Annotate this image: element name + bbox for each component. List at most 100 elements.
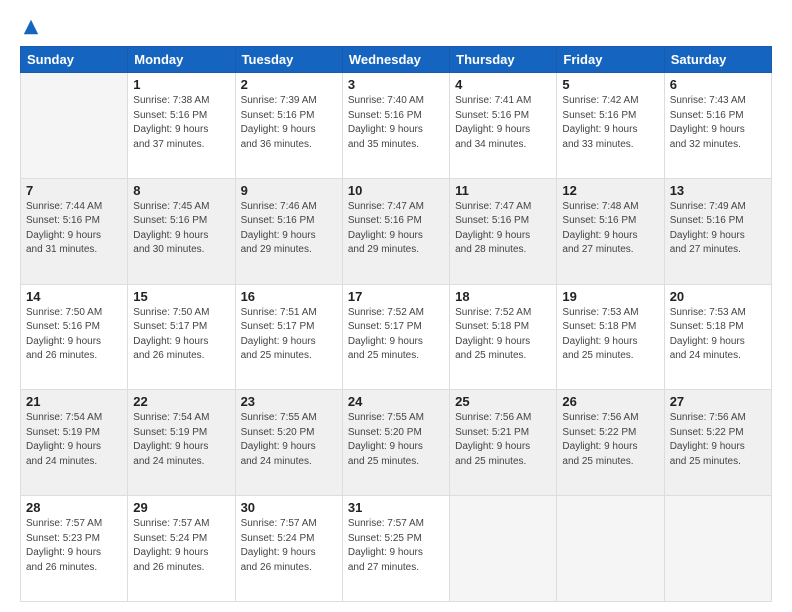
calendar-cell: 24 Sunrise: 7:55 AM Sunset: 5:20 PM Dayli… bbox=[342, 390, 449, 496]
day-info: Sunrise: 7:56 AM Sunset: 5:22 PM Dayligh… bbox=[562, 411, 658, 469]
day-info: Sunrise: 7:43 AM Sunset: 5:16 PM Dayligh… bbox=[670, 94, 766, 152]
day-number: 12 bbox=[562, 183, 658, 198]
header bbox=[20, 18, 772, 36]
calendar-cell: 27 Sunrise: 7:56 AM Sunset: 5:22 PM Dayli… bbox=[664, 390, 771, 496]
day-number: 21 bbox=[26, 394, 122, 409]
day-info: Sunrise: 7:47 AM Sunset: 5:16 PM Dayligh… bbox=[348, 200, 444, 258]
calendar-cell: 30Sunrise: 7:57 AM Sunset: 5:24 PM Dayli… bbox=[235, 496, 342, 602]
day-number: 7 bbox=[26, 183, 122, 198]
day-info: Sunrise: 7:52 AM Sunset: 5:17 PM Dayligh… bbox=[348, 306, 444, 364]
calendar-header-wednesday: Wednesday bbox=[342, 47, 449, 73]
calendar-cell: 17Sunrise: 7:52 AM Sunset: 5:17 PM Dayli… bbox=[342, 284, 449, 390]
day-info: Sunrise: 7:49 AM Sunset: 5:16 PM Dayligh… bbox=[670, 200, 766, 258]
day-info: Sunrise: 7:44 AM Sunset: 5:16 PM Dayligh… bbox=[26, 200, 122, 258]
day-info: Sunrise: 7:53 AM Sunset: 5:18 PM Dayligh… bbox=[562, 306, 658, 364]
day-number: 18 bbox=[455, 289, 551, 304]
day-info: Sunrise: 7:40 AM Sunset: 5:16 PM Dayligh… bbox=[348, 94, 444, 152]
day-number: 22 bbox=[133, 394, 229, 409]
day-info: Sunrise: 7:54 AM Sunset: 5:19 PM Dayligh… bbox=[26, 411, 122, 469]
day-number: 1 bbox=[133, 77, 229, 92]
page: SundayMondayTuesdayWednesdayThursdayFrid… bbox=[0, 0, 792, 612]
logo bbox=[20, 18, 40, 36]
calendar-cell: 4 Sunrise: 7:41 AM Sunset: 5:16 PM Daylig… bbox=[450, 73, 557, 179]
calendar-cell: 9 Sunrise: 7:46 AM Sunset: 5:16 PM Daylig… bbox=[235, 178, 342, 284]
day-info: Sunrise: 7:50 AM Sunset: 5:16 PM Dayligh… bbox=[26, 306, 122, 364]
calendar-week-row: 1 Sunrise: 7:38 AM Sunset: 5:16 PM Daylig… bbox=[21, 73, 772, 179]
calendar-week-row: 28Sunrise: 7:57 AM Sunset: 5:23 PM Dayli… bbox=[21, 496, 772, 602]
day-number: 5 bbox=[562, 77, 658, 92]
day-info: Sunrise: 7:57 AM Sunset: 5:24 PM Dayligh… bbox=[241, 517, 337, 575]
day-info: Sunrise: 7:56 AM Sunset: 5:22 PM Dayligh… bbox=[670, 411, 766, 469]
calendar-cell: 15 Sunrise: 7:50 AM Sunset: 5:17 PM Dayli… bbox=[128, 284, 235, 390]
day-number: 6 bbox=[670, 77, 766, 92]
calendar-cell: 2 Sunrise: 7:39 AM Sunset: 5:16 PM Daylig… bbox=[235, 73, 342, 179]
day-number: 13 bbox=[670, 183, 766, 198]
calendar-cell: 10 Sunrise: 7:47 AM Sunset: 5:16 PM Dayli… bbox=[342, 178, 449, 284]
day-info: Sunrise: 7:38 AM Sunset: 5:16 PM Dayligh… bbox=[133, 94, 229, 152]
calendar-cell bbox=[557, 496, 664, 602]
day-number: 11 bbox=[455, 183, 551, 198]
calendar-cell: 18Sunrise: 7:52 AM Sunset: 5:18 PM Dayli… bbox=[450, 284, 557, 390]
day-number: 10 bbox=[348, 183, 444, 198]
calendar-cell: 11 Sunrise: 7:47 AM Sunset: 5:16 PM Dayli… bbox=[450, 178, 557, 284]
day-number: 25 bbox=[455, 394, 551, 409]
day-info: Sunrise: 7:45 AM Sunset: 5:16 PM Dayligh… bbox=[133, 200, 229, 258]
day-number: 2 bbox=[241, 77, 337, 92]
day-info: Sunrise: 7:51 AM Sunset: 5:17 PM Dayligh… bbox=[241, 306, 337, 364]
calendar-cell: 19 Sunrise: 7:53 AM Sunset: 5:18 PM Dayli… bbox=[557, 284, 664, 390]
calendar-cell: 16Sunrise: 7:51 AM Sunset: 5:17 PM Dayli… bbox=[235, 284, 342, 390]
calendar-cell: 13 Sunrise: 7:49 AM Sunset: 5:16 PM Dayli… bbox=[664, 178, 771, 284]
day-number: 24 bbox=[348, 394, 444, 409]
calendar-cell: 28Sunrise: 7:57 AM Sunset: 5:23 PM Dayli… bbox=[21, 496, 128, 602]
calendar-header-tuesday: Tuesday bbox=[235, 47, 342, 73]
day-number: 14 bbox=[26, 289, 122, 304]
day-info: Sunrise: 7:55 AM Sunset: 5:20 PM Dayligh… bbox=[348, 411, 444, 469]
calendar-cell: 21 Sunrise: 7:54 AM Sunset: 5:19 PM Dayli… bbox=[21, 390, 128, 496]
calendar-cell bbox=[664, 496, 771, 602]
day-info: Sunrise: 7:57 AM Sunset: 5:24 PM Dayligh… bbox=[133, 517, 229, 575]
calendar: SundayMondayTuesdayWednesdayThursdayFrid… bbox=[20, 46, 772, 602]
day-info: Sunrise: 7:46 AM Sunset: 5:16 PM Dayligh… bbox=[241, 200, 337, 258]
calendar-header-row: SundayMondayTuesdayWednesdayThursdayFrid… bbox=[21, 47, 772, 73]
day-number: 29 bbox=[133, 500, 229, 515]
day-number: 15 bbox=[133, 289, 229, 304]
day-number: 4 bbox=[455, 77, 551, 92]
day-number: 3 bbox=[348, 77, 444, 92]
calendar-cell: 22Sunrise: 7:54 AM Sunset: 5:19 PM Dayli… bbox=[128, 390, 235, 496]
calendar-week-row: 14 Sunrise: 7:50 AM Sunset: 5:16 PM Dayli… bbox=[21, 284, 772, 390]
calendar-cell: 20Sunrise: 7:53 AM Sunset: 5:18 PM Dayli… bbox=[664, 284, 771, 390]
calendar-header-monday: Monday bbox=[128, 47, 235, 73]
day-number: 8 bbox=[133, 183, 229, 198]
day-number: 28 bbox=[26, 500, 122, 515]
calendar-cell bbox=[21, 73, 128, 179]
calendar-cell: 7 Sunrise: 7:44 AM Sunset: 5:16 PM Daylig… bbox=[21, 178, 128, 284]
day-number: 26 bbox=[562, 394, 658, 409]
calendar-header-friday: Friday bbox=[557, 47, 664, 73]
calendar-cell: 26 Sunrise: 7:56 AM Sunset: 5:22 PM Dayli… bbox=[557, 390, 664, 496]
day-info: Sunrise: 7:39 AM Sunset: 5:16 PM Dayligh… bbox=[241, 94, 337, 152]
day-number: 19 bbox=[562, 289, 658, 304]
calendar-header-sunday: Sunday bbox=[21, 47, 128, 73]
calendar-week-row: 21 Sunrise: 7:54 AM Sunset: 5:19 PM Dayli… bbox=[21, 390, 772, 496]
day-number: 23 bbox=[241, 394, 337, 409]
day-info: Sunrise: 7:56 AM Sunset: 5:21 PM Dayligh… bbox=[455, 411, 551, 469]
day-info: Sunrise: 7:47 AM Sunset: 5:16 PM Dayligh… bbox=[455, 200, 551, 258]
calendar-cell: 29 Sunrise: 7:57 AM Sunset: 5:24 PM Dayli… bbox=[128, 496, 235, 602]
calendar-cell: 31Sunrise: 7:57 AM Sunset: 5:25 PM Dayli… bbox=[342, 496, 449, 602]
calendar-cell: 3 Sunrise: 7:40 AM Sunset: 5:16 PM Daylig… bbox=[342, 73, 449, 179]
day-number: 27 bbox=[670, 394, 766, 409]
day-number: 9 bbox=[241, 183, 337, 198]
calendar-cell: 25 Sunrise: 7:56 AM Sunset: 5:21 PM Dayli… bbox=[450, 390, 557, 496]
day-info: Sunrise: 7:53 AM Sunset: 5:18 PM Dayligh… bbox=[670, 306, 766, 364]
calendar-cell: 8 Sunrise: 7:45 AM Sunset: 5:16 PM Daylig… bbox=[128, 178, 235, 284]
day-info: Sunrise: 7:42 AM Sunset: 5:16 PM Dayligh… bbox=[562, 94, 658, 152]
logo-icon bbox=[22, 18, 40, 36]
calendar-week-row: 7 Sunrise: 7:44 AM Sunset: 5:16 PM Daylig… bbox=[21, 178, 772, 284]
calendar-cell: 23Sunrise: 7:55 AM Sunset: 5:20 PM Dayli… bbox=[235, 390, 342, 496]
calendar-cell: 6 Sunrise: 7:43 AM Sunset: 5:16 PM Daylig… bbox=[664, 73, 771, 179]
day-info: Sunrise: 7:50 AM Sunset: 5:17 PM Dayligh… bbox=[133, 306, 229, 364]
calendar-cell: 1 Sunrise: 7:38 AM Sunset: 5:16 PM Daylig… bbox=[128, 73, 235, 179]
calendar-cell: 14 Sunrise: 7:50 AM Sunset: 5:16 PM Dayli… bbox=[21, 284, 128, 390]
day-info: Sunrise: 7:41 AM Sunset: 5:16 PM Dayligh… bbox=[455, 94, 551, 152]
calendar-header-thursday: Thursday bbox=[450, 47, 557, 73]
